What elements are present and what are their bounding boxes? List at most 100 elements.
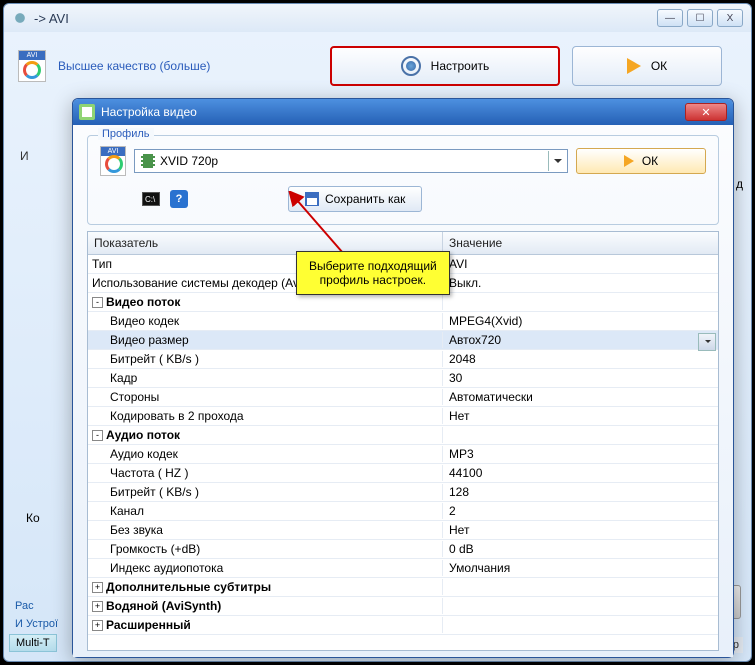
row-key: Видео размер bbox=[110, 333, 189, 347]
app-icon bbox=[12, 10, 28, 26]
row-value: 30 bbox=[443, 370, 718, 386]
avi-file-icon bbox=[100, 146, 126, 176]
row-value: Умолчания bbox=[443, 560, 718, 576]
table-row[interactable]: Кодировать в 2 прохода Нет bbox=[88, 407, 718, 426]
video-settings-dialog: Настройка видео Профиль XVID 720p ОК ? bbox=[72, 98, 734, 658]
grid-body[interactable]: ТипAVIИспользование системы декодер (Avi… bbox=[88, 255, 718, 650]
row-key: Расширенный bbox=[106, 618, 191, 632]
help-icon[interactable]: ? bbox=[170, 190, 188, 208]
dialog-titlebar: Настройка видео bbox=[73, 99, 733, 125]
table-row[interactable]: +Дополнительные субтитры bbox=[88, 578, 718, 597]
table-row[interactable]: Частота ( HZ )44100 bbox=[88, 464, 718, 483]
table-row[interactable]: Кадр 30 bbox=[88, 369, 718, 388]
row-key: Индекс аудиопотока bbox=[110, 561, 223, 575]
row-value: MPEG4(Xvid) bbox=[443, 313, 718, 329]
row-key: Аудио кодек bbox=[110, 447, 178, 461]
ok-button-label: ОК bbox=[651, 59, 667, 73]
tree-toggle-icon[interactable]: - bbox=[92, 297, 103, 308]
table-row[interactable]: Без звука Нет bbox=[88, 521, 718, 540]
profile-value: XVID 720p bbox=[160, 154, 218, 168]
dialog-title: Настройка видео bbox=[101, 105, 685, 119]
row-value: MP3 bbox=[443, 446, 718, 462]
row-value: AVI bbox=[443, 256, 718, 272]
configure-button[interactable]: Настроить bbox=[330, 46, 560, 86]
arrow-right-icon bbox=[627, 58, 641, 74]
table-row[interactable]: -Видео поток bbox=[88, 293, 718, 312]
column-header-value[interactable]: Значение bbox=[443, 232, 718, 254]
film-icon bbox=[141, 154, 155, 168]
row-value bbox=[443, 586, 718, 588]
row-key: Без звука bbox=[110, 523, 163, 537]
row-key: Видео поток bbox=[106, 295, 180, 309]
row-value bbox=[443, 605, 718, 607]
save-as-label: Сохранить как bbox=[325, 192, 405, 206]
row-key: Стороны bbox=[110, 390, 159, 404]
background-left-fragments: И bbox=[20, 149, 74, 223]
row-key: Громкость (+dB) bbox=[110, 542, 200, 556]
row-value: 0 dB bbox=[443, 541, 718, 557]
table-row[interactable]: +Расширенный bbox=[88, 616, 718, 635]
row-value: Нет bbox=[443, 408, 718, 424]
row-value bbox=[443, 434, 718, 436]
dialog-close-button[interactable] bbox=[685, 103, 727, 121]
table-row[interactable]: Видео размер Автох720 bbox=[88, 331, 718, 350]
dialog-ok-button[interactable]: ОК bbox=[576, 148, 706, 174]
tree-toggle-icon[interactable]: + bbox=[92, 601, 103, 612]
table-row[interactable]: Видео кодек MPEG4(Xvid) bbox=[88, 312, 718, 331]
gear-icon bbox=[401, 56, 421, 76]
save-as-button[interactable]: Сохранить как bbox=[288, 186, 422, 212]
table-row[interactable]: Аудио кодек MP3 bbox=[88, 445, 718, 464]
row-key: Тип bbox=[92, 257, 112, 271]
tree-toggle-icon[interactable]: - bbox=[92, 430, 103, 441]
arrow-right-icon bbox=[624, 155, 634, 167]
row-value bbox=[443, 301, 718, 303]
floppy-icon bbox=[305, 192, 319, 206]
row-key: Канал bbox=[110, 504, 144, 518]
row-value: Нет bbox=[443, 522, 718, 538]
row-value: 2 bbox=[443, 503, 718, 519]
row-key: Водяной (AviSynth) bbox=[106, 599, 221, 613]
table-row[interactable]: Битрейт ( KB/s )128 bbox=[88, 483, 718, 502]
window-title: -> AVI bbox=[34, 11, 657, 26]
row-key: Дополнительные субтитры bbox=[106, 580, 271, 594]
close-button[interactable]: X bbox=[717, 9, 743, 27]
table-row[interactable]: Громкость (+dB) 0 dB bbox=[88, 540, 718, 559]
row-key: Кадр bbox=[110, 371, 137, 385]
row-key: Видео кодек bbox=[110, 314, 179, 328]
row-key: Кодировать в 2 прохода bbox=[110, 409, 244, 423]
table-row[interactable]: Канал 2 bbox=[88, 502, 718, 521]
top-toolbar: Высшее качество (больше) Настроить ОК bbox=[18, 40, 737, 92]
table-row[interactable]: -Аудио поток bbox=[88, 426, 718, 445]
devices-tab[interactable]: И Устрої bbox=[9, 615, 64, 633]
tree-toggle-icon[interactable]: + bbox=[92, 620, 103, 631]
table-row[interactable]: Стороны Автоматически bbox=[88, 388, 718, 407]
row-value bbox=[443, 624, 718, 626]
row-value: Автоматически bbox=[443, 389, 718, 405]
row-value[interactable]: Автох720 bbox=[443, 332, 718, 348]
minimize-button[interactable]: — bbox=[657, 9, 683, 27]
cmd-icon[interactable] bbox=[142, 192, 160, 206]
row-value: Выкл. bbox=[443, 275, 718, 291]
tree-toggle-icon[interactable]: + bbox=[92, 582, 103, 593]
table-row[interactable]: +Водяной (AviSynth) bbox=[88, 597, 718, 616]
row-value: 128 bbox=[443, 484, 718, 500]
dialog-icon bbox=[79, 104, 95, 120]
bg-tab-ras: Рас bbox=[9, 597, 40, 615]
main-titlebar: -> AVI — ☐ X bbox=[4, 4, 751, 32]
row-value: 44100 bbox=[443, 465, 718, 481]
dropdown-arrow-icon[interactable] bbox=[548, 151, 566, 171]
row-key: Битрейт ( KB/s ) bbox=[110, 352, 199, 366]
table-row[interactable]: Битрейт ( KB/s ) 2048 bbox=[88, 350, 718, 369]
profile-legend: Профиль bbox=[98, 128, 154, 140]
ok-button-main[interactable]: ОК bbox=[572, 46, 722, 86]
row-value: 2048 bbox=[443, 351, 718, 367]
annotation-tooltip: Выберите подходящий профиль настроек. bbox=[296, 251, 450, 295]
maximize-button[interactable]: ☐ bbox=[687, 9, 713, 27]
profile-select[interactable]: XVID 720p bbox=[134, 149, 568, 173]
multi-task-tab[interactable]: Multi-T bbox=[9, 634, 57, 652]
table-row[interactable]: Индекс аудиопотока Умолчания bbox=[88, 559, 718, 578]
quality-label: Высшее качество (больше) bbox=[58, 59, 210, 73]
configure-button-label: Настроить bbox=[431, 59, 490, 73]
dialog-ok-label: ОК bbox=[642, 154, 658, 168]
bg-fragment: Ко bbox=[26, 511, 40, 525]
